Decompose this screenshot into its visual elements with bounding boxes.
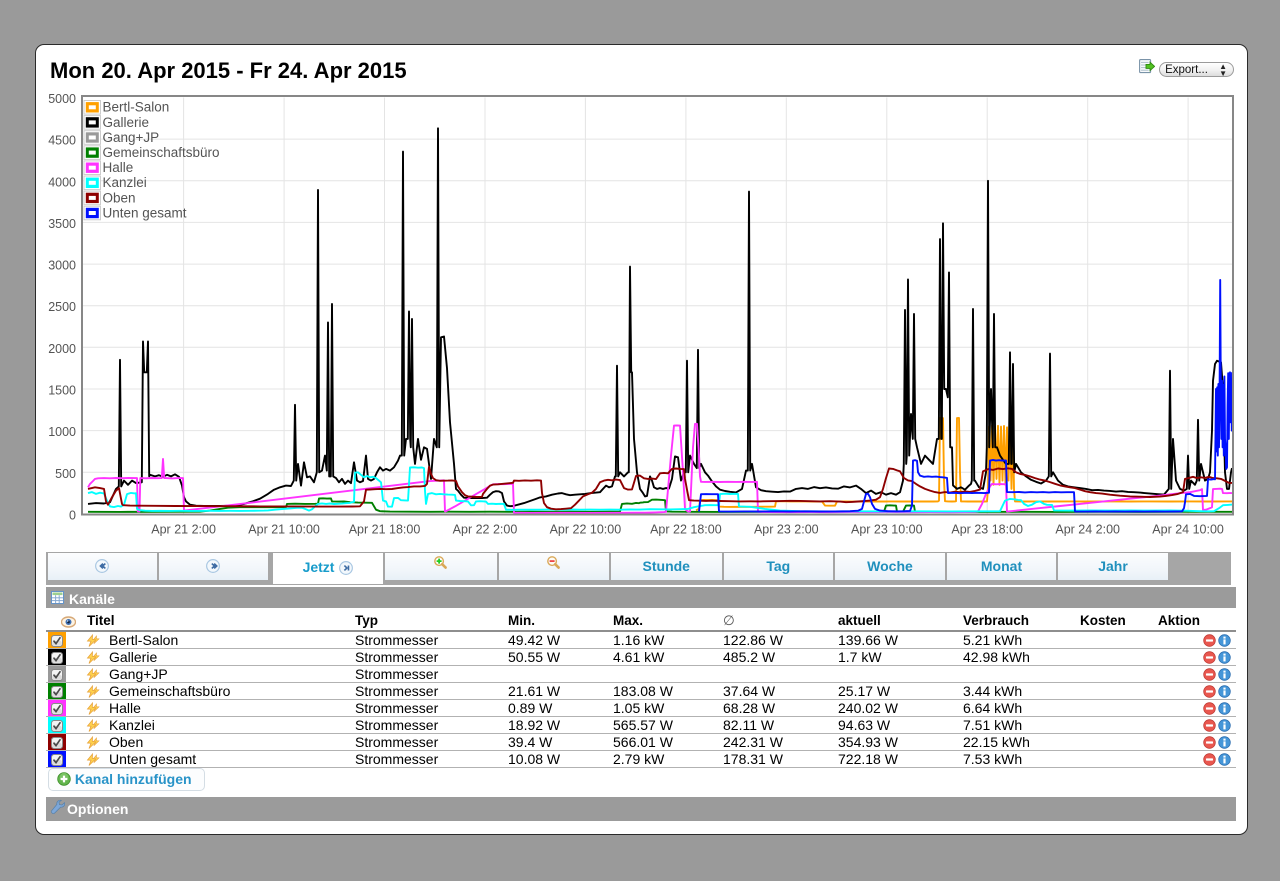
svg-text:Apr 23 10:00: Apr 23 10:00: [851, 523, 923, 537]
svg-text:Apr 22 10:00: Apr 22 10:00: [550, 523, 622, 537]
svg-text:3500: 3500: [48, 217, 76, 231]
svg-text:Apr 22 18:00: Apr 22 18:00: [650, 523, 722, 537]
svg-text:Gang+JP: Gang+JP: [103, 130, 160, 145]
svg-text:4000: 4000: [48, 175, 76, 189]
svg-text:Apr 21 10:00: Apr 21 10:00: [248, 523, 320, 537]
svg-text:4500: 4500: [48, 134, 76, 148]
svg-text:Apr 21 18:00: Apr 21 18:00: [349, 523, 421, 537]
svg-text:Apr 24 10:00: Apr 24 10:00: [1152, 523, 1224, 537]
svg-text:Apr 21 2:00: Apr 21 2:00: [151, 523, 216, 537]
svg-text:Gallerie: Gallerie: [103, 115, 150, 130]
svg-text:Halle: Halle: [103, 160, 134, 175]
svg-text:Gemeinschaftsbüro: Gemeinschaftsbüro: [103, 145, 220, 160]
svg-text:0: 0: [69, 508, 76, 522]
svg-text:Kanzlei: Kanzlei: [103, 175, 147, 190]
svg-text:Unten gesamt: Unten gesamt: [103, 205, 187, 220]
svg-text:Apr 23 2:00: Apr 23 2:00: [754, 523, 819, 537]
svg-text:Apr 23 18:00: Apr 23 18:00: [951, 523, 1023, 537]
svg-text:Apr 22 2:00: Apr 22 2:00: [453, 523, 518, 537]
svg-text:2500: 2500: [48, 300, 76, 314]
svg-text:2000: 2000: [48, 342, 76, 356]
svg-text:1500: 1500: [48, 384, 76, 398]
svg-text:1000: 1000: [48, 425, 76, 439]
svg-text:Oben: Oben: [103, 190, 136, 205]
svg-text:Apr 24 2:00: Apr 24 2:00: [1055, 523, 1120, 537]
svg-text:3000: 3000: [48, 259, 76, 273]
svg-text:500: 500: [55, 467, 76, 481]
svg-text:5000: 5000: [48, 92, 76, 106]
svg-text:Bertl-Salon: Bertl-Salon: [103, 100, 170, 115]
